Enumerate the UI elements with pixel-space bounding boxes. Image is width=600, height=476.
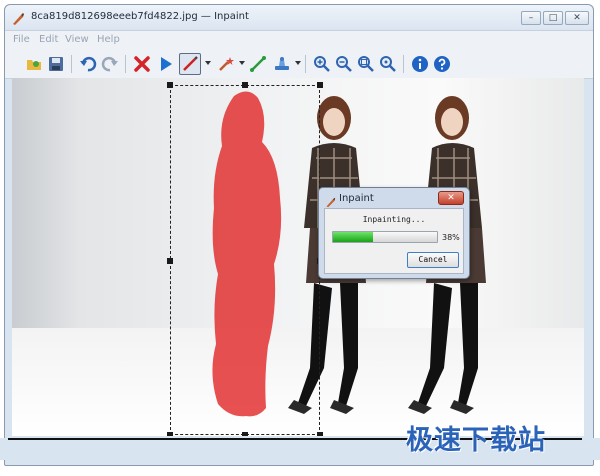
menu-edit[interactable]: Edit [39,34,58,45]
selection-handle[interactable] [242,82,248,88]
zoom-out-icon[interactable] [333,53,355,75]
close-button[interactable]: ✕ [565,11,589,25]
toolbar-separator [305,55,306,73]
maximize-button[interactable]: □ [543,11,563,25]
line-icon[interactable] [247,53,269,75]
cancel-button[interactable]: Cancel [407,252,459,268]
menu-file[interactable]: File [13,34,30,45]
toolbar [5,49,593,79]
menu-bar: File Edit View Help [5,31,593,49]
progress-percent: 38% [442,233,460,242]
selection-handle[interactable] [167,432,173,436]
zoom-actual-icon[interactable] [377,53,399,75]
undo-icon[interactable] [77,53,99,75]
menu-view[interactable]: View [65,34,89,45]
wand-dropdown-icon[interactable] [239,61,245,65]
zoom-in-icon[interactable] [311,53,333,75]
toolbar-separator [125,55,126,73]
progress-bar-fill [333,232,373,242]
selection-handle[interactable] [167,82,173,88]
watermark: 极速下载站 [406,425,546,456]
minimize-button[interactable]: – [521,11,541,25]
dialog-title: Inpaint [339,193,374,204]
selection-handle[interactable] [167,258,173,264]
erase-icon[interactable] [131,53,153,75]
inpaint-app-icon [11,11,25,25]
menu-help[interactable]: Help [97,34,120,45]
dialog-close-button[interactable]: ✕ [438,191,464,205]
zoom-fit-icon[interactable] [355,53,377,75]
inpaint-progress-dialog: Inpaint ✕ Inpainting... 38% Cancel [318,187,470,279]
progress-status: Inpainting... [362,215,426,224]
save-icon[interactable] [45,53,67,75]
selection-rectangle[interactable] [170,85,320,435]
dialog-body: Inpainting... 38% Cancel [324,208,464,274]
image-canvas[interactable] [12,78,584,436]
toolbar-separator [71,55,72,73]
help-icon[interactable] [431,53,453,75]
marker-icon[interactable] [179,53,201,75]
magic-wand-icon[interactable] [215,53,237,75]
selection-handle[interactable] [317,432,323,436]
run-icon[interactable] [155,53,177,75]
open-icon[interactable] [23,53,45,75]
inpaint-app-icon [325,193,336,208]
window-title: 8ca819d812698eeeb7fd4822.jpg — Inpaint [31,11,249,22]
progress-bar [332,231,438,243]
redo-icon[interactable] [99,53,121,75]
toolbar-separator [403,55,404,73]
title-bar[interactable]: 8ca819d812698eeeb7fd4822.jpg — Inpaint –… [5,5,593,31]
selection-handle[interactable] [242,432,248,436]
selection-handle[interactable] [317,82,323,88]
info-icon[interactable] [409,53,431,75]
marker-dropdown-icon[interactable] [205,61,211,65]
stamp-dropdown-icon[interactable] [295,61,301,65]
stamp-icon[interactable] [271,53,293,75]
